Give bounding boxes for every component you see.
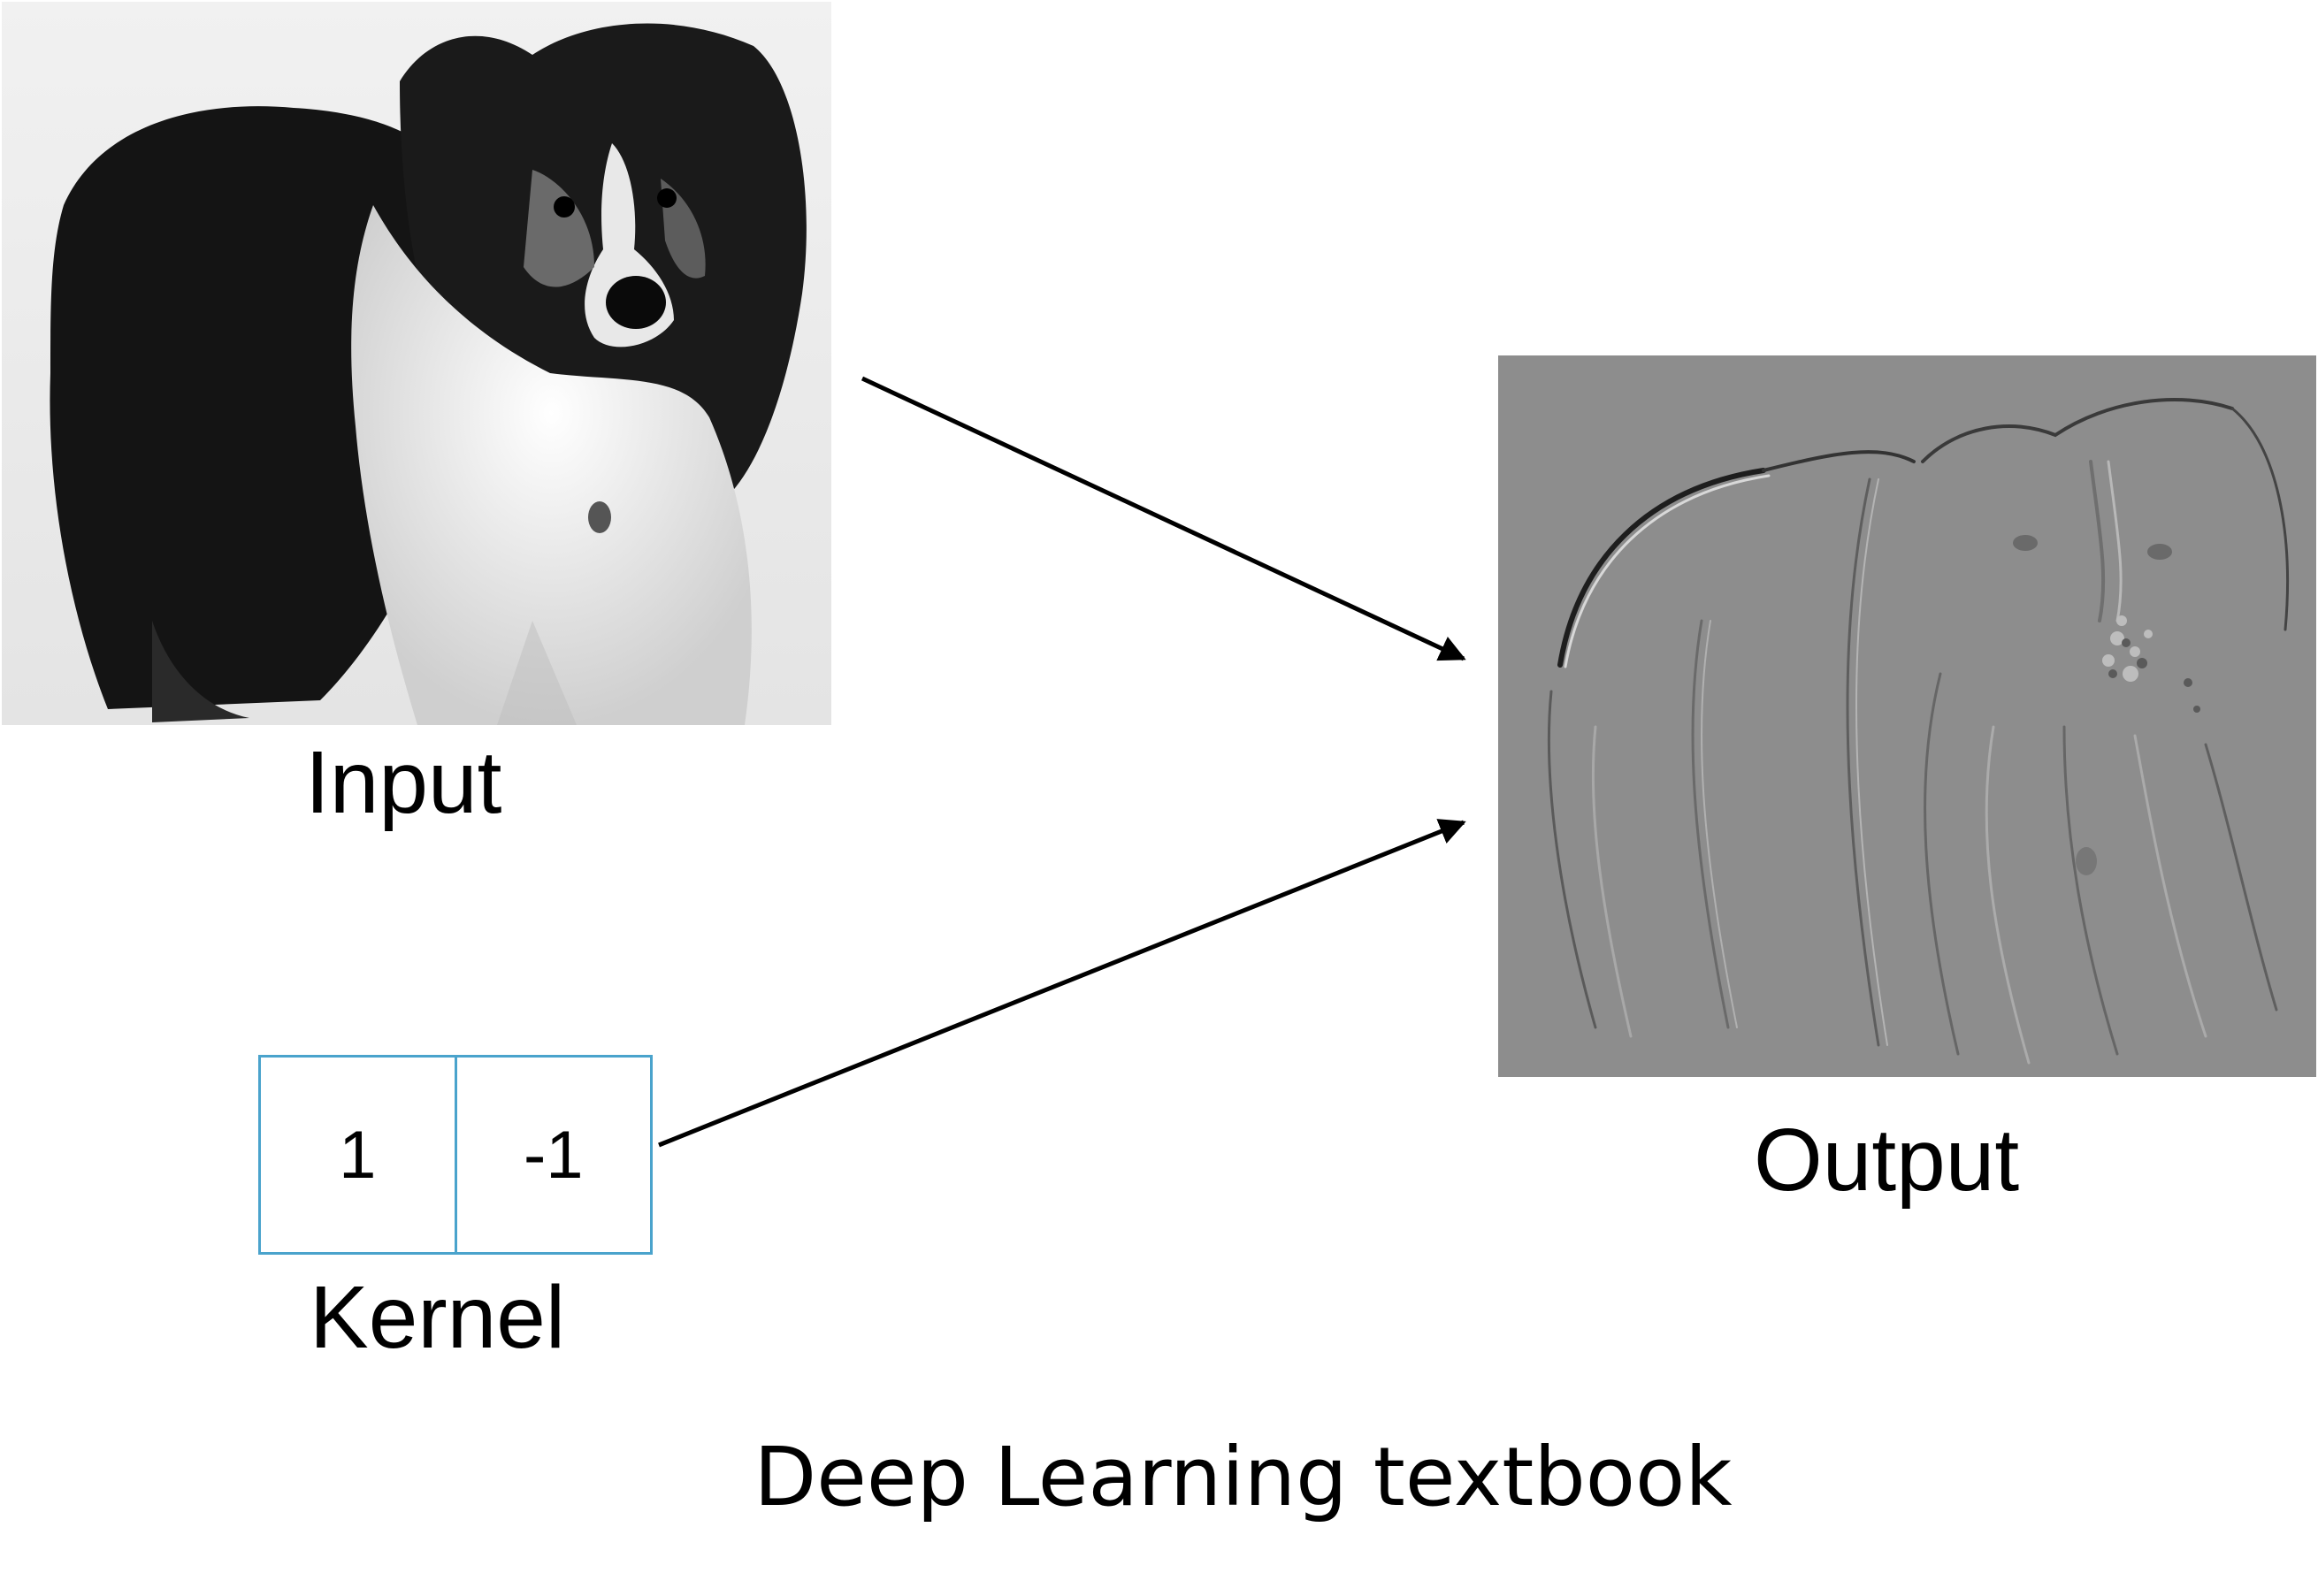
kernel-cell-1: 1 [339, 1117, 377, 1193]
arrow-input-to-output [861, 376, 1466, 661]
output-label: Output [1754, 1111, 2020, 1210]
kernel-cell-2: -1 [454, 1058, 651, 1252]
figure-caption: Deep Learning textbook [754, 1430, 1733, 1524]
output-edge-image [1498, 355, 2316, 1077]
kernel-matrix: 1 -1 [258, 1055, 653, 1255]
arrow-kernel-to-output [658, 819, 1466, 1148]
kernel-label: Kernel [310, 1268, 566, 1367]
input-label: Input [305, 733, 502, 832]
input-dog-image [2, 2, 831, 725]
